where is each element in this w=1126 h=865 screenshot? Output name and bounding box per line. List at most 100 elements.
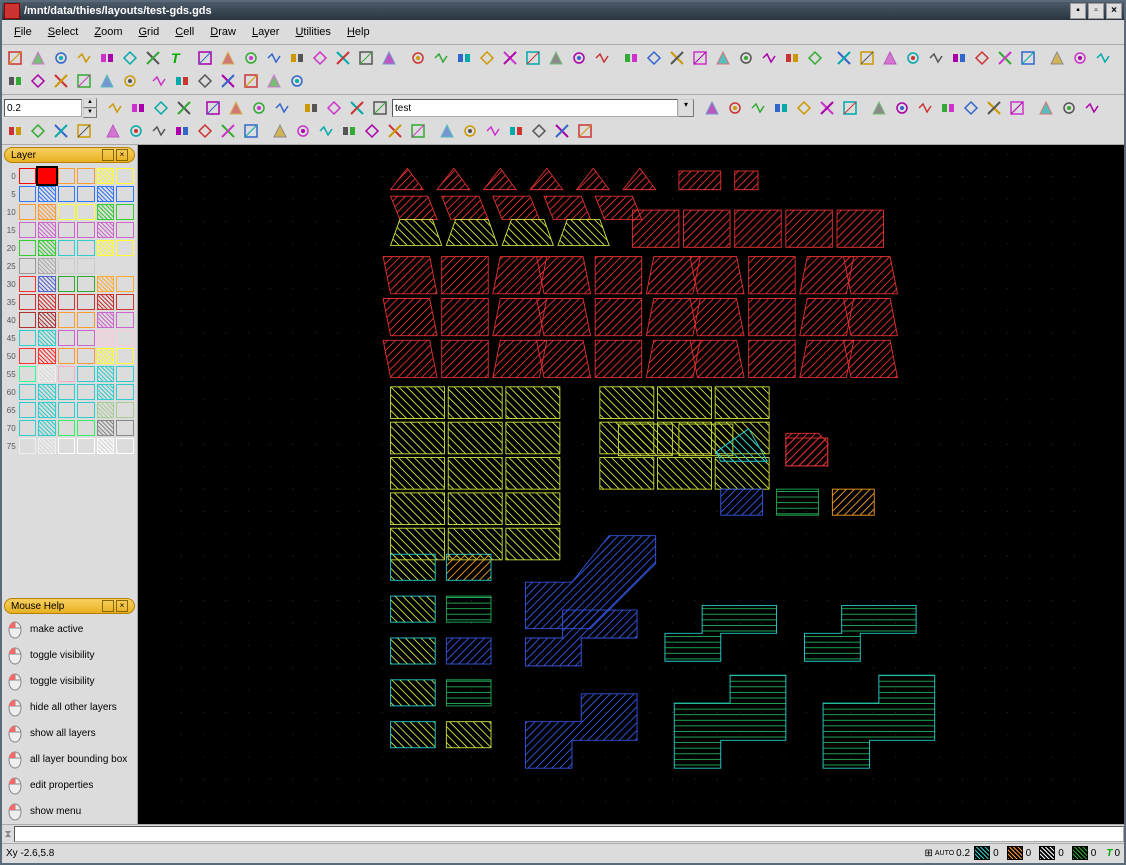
tool-button[interactable]: [459, 120, 481, 142]
layer-cell[interactable]: [116, 438, 134, 454]
tool-button[interactable]: [355, 47, 377, 69]
layer-cell[interactable]: [77, 312, 95, 328]
tool-button[interactable]: [4, 120, 26, 142]
tool-button[interactable]: [309, 47, 331, 69]
layer-cell[interactable]: [19, 420, 37, 436]
layer-cell[interactable]: [38, 186, 56, 202]
tool-button[interactable]: [747, 97, 769, 119]
tool-button[interactable]: [73, 47, 95, 69]
layer-cell[interactable]: [19, 384, 37, 400]
panel-close-button[interactable]: ×: [116, 149, 128, 161]
tool-button[interactable]: [816, 97, 838, 119]
layer-cell[interactable]: [58, 222, 76, 238]
tool-button[interactable]: [194, 47, 216, 69]
layer-cell[interactable]: [77, 168, 95, 184]
layer-panel-header[interactable]: Layer ×: [4, 147, 135, 163]
tool-button[interactable]: [1081, 97, 1103, 119]
tool-button[interactable]: [1017, 47, 1039, 69]
layer-cell[interactable]: [77, 330, 95, 346]
layer-cell[interactable]: [38, 366, 56, 382]
tool-button[interactable]: [712, 47, 734, 69]
close-button[interactable]: ×: [1106, 3, 1122, 19]
tool-button[interactable]: [724, 97, 746, 119]
tool-button[interactable]: [346, 97, 368, 119]
layer-cell[interactable]: [58, 240, 76, 256]
tool-button[interactable]: [994, 47, 1016, 69]
tool-button[interactable]: [127, 97, 149, 119]
panel-button[interactable]: [102, 149, 114, 161]
tool-button[interactable]: [971, 47, 993, 69]
dropdown-button[interactable]: ▾: [678, 99, 694, 117]
panel-close-button[interactable]: ×: [116, 600, 128, 612]
layer-cell[interactable]: [19, 222, 37, 238]
tool-button[interactable]: [551, 120, 573, 142]
tool-button[interactable]: [173, 97, 195, 119]
tool-button[interactable]: [758, 47, 780, 69]
tool-button[interactable]: [225, 97, 247, 119]
command-input[interactable]: [14, 826, 1124, 842]
tool-button[interactable]: [960, 97, 982, 119]
tool-button[interactable]: [194, 70, 216, 92]
layer-cell[interactable]: [97, 168, 115, 184]
spin-up[interactable]: ▲: [83, 98, 97, 108]
layer-cell[interactable]: [38, 204, 56, 220]
tool-button[interactable]: [27, 70, 49, 92]
tool-button[interactable]: [902, 47, 924, 69]
text-tool-button[interactable]: T: [165, 47, 187, 69]
tool-button[interactable]: [868, 97, 890, 119]
tool-button[interactable]: [142, 47, 164, 69]
tool-button[interactable]: [568, 47, 590, 69]
layer-cell[interactable]: [19, 402, 37, 418]
layer-cell[interactable]: [97, 330, 115, 346]
tool-button[interactable]: [407, 47, 429, 69]
tool-button[interactable]: [384, 120, 406, 142]
tool-button[interactable]: [1092, 47, 1114, 69]
layer-cell[interactable]: [58, 204, 76, 220]
layer-cell[interactable]: [97, 312, 115, 328]
layer-cell[interactable]: [38, 240, 56, 256]
layer-cell[interactable]: [58, 186, 76, 202]
layer-cell[interactable]: [77, 294, 95, 310]
tool-button[interactable]: [50, 47, 72, 69]
layer-cell[interactable]: [77, 204, 95, 220]
tool-button[interactable]: [4, 47, 26, 69]
layer-cell[interactable]: [58, 330, 76, 346]
tool-button[interactable]: [286, 47, 308, 69]
layer-cell[interactable]: [38, 420, 56, 436]
menu-help[interactable]: Help: [339, 24, 378, 40]
tool-button[interactable]: [839, 97, 861, 119]
layer-cell[interactable]: [19, 204, 37, 220]
tool-button[interactable]: [148, 120, 170, 142]
layer-cell[interactable]: [97, 276, 115, 292]
layer-cell[interactable]: [116, 348, 134, 364]
layer-cell[interactable]: [19, 276, 37, 292]
tool-button[interactable]: [263, 47, 285, 69]
layer-cell[interactable]: [19, 312, 37, 328]
tool-button[interactable]: [793, 97, 815, 119]
layer-cell[interactable]: [97, 366, 115, 382]
tool-button[interactable]: [453, 47, 475, 69]
tool-button[interactable]: [171, 120, 193, 142]
tool-button[interactable]: [171, 70, 193, 92]
menu-layer[interactable]: Layer: [244, 24, 288, 40]
layer-cell[interactable]: [58, 420, 76, 436]
menu-grid[interactable]: Grid: [130, 24, 167, 40]
tool-button[interactable]: [217, 70, 239, 92]
tool-button[interactable]: [430, 47, 452, 69]
layer-cell[interactable]: [19, 366, 37, 382]
layer-cell[interactable]: [19, 330, 37, 346]
layer-cell[interactable]: [38, 402, 56, 418]
tool-button[interactable]: [338, 120, 360, 142]
tool-button[interactable]: [361, 120, 383, 142]
tool-button[interactable]: [643, 47, 665, 69]
spin-down[interactable]: ▼: [83, 108, 97, 118]
tool-button[interactable]: [879, 47, 901, 69]
layer-cell[interactable]: [116, 204, 134, 220]
tool-button[interactable]: [925, 47, 947, 69]
tool-button[interactable]: [804, 47, 826, 69]
tool-button[interactable]: [148, 70, 170, 92]
tool-button[interactable]: [369, 97, 391, 119]
layer-cell[interactable]: [97, 294, 115, 310]
tool-button[interactable]: [286, 70, 308, 92]
tool-button[interactable]: [528, 120, 550, 142]
